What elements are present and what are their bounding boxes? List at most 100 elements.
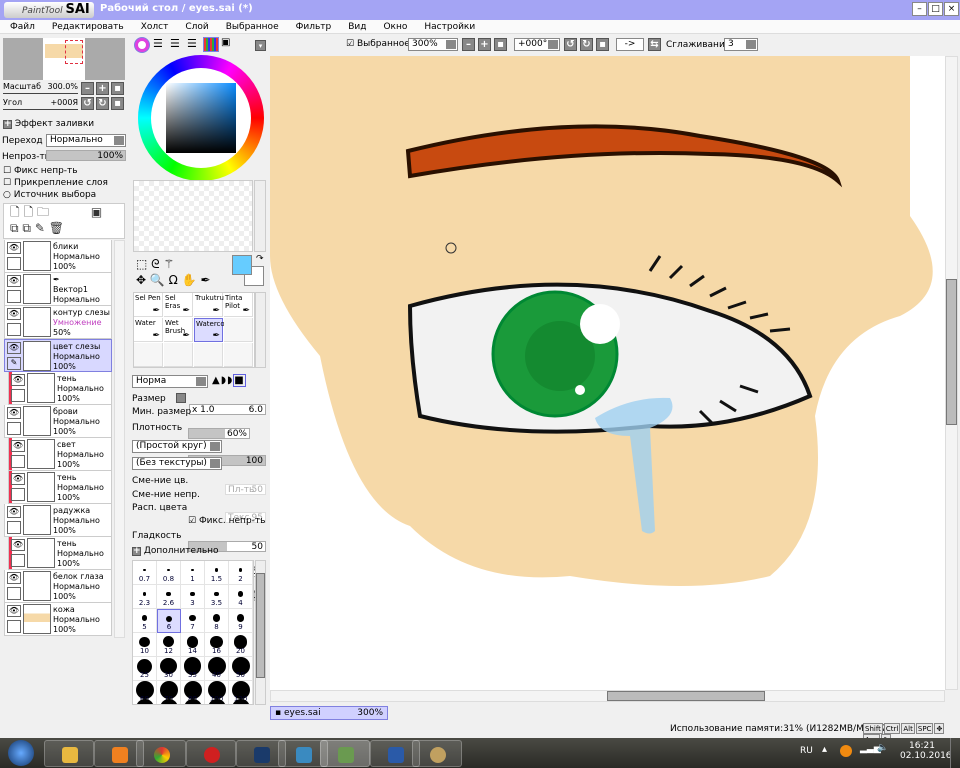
- new-vector-layer-icon[interactable]: 🗋: [23, 205, 33, 219]
- size-menu-button[interactable]: [176, 393, 186, 403]
- brush-size-2.3[interactable]: 2.3: [133, 585, 157, 609]
- layer-item[interactable]: 👁 белок глаза Нормально 100%: [4, 570, 112, 603]
- scratch-pad-scrollbar[interactable]: [254, 180, 266, 252]
- brush-wet-brush[interactable]: Wet Brush ✒: [164, 318, 193, 342]
- layer-item[interactable]: 👁✒Вектор1Нормально100%: [4, 273, 112, 314]
- key-2[interactable]: Alt: [901, 723, 915, 734]
- brush-sel-eras[interactable]: Sel Eras ✒: [164, 293, 193, 317]
- rotate-icon[interactable]: Ω: [169, 273, 178, 287]
- brush-size-50[interactable]: 50: [229, 657, 253, 681]
- brush-size-14[interactable]: 14: [181, 633, 205, 657]
- layer-scrollbar[interactable]: [114, 240, 125, 638]
- zoom-in-button[interactable]: +: [96, 82, 109, 95]
- layer-item[interactable]: 👁 кожа Нормально 100%: [4, 603, 112, 636]
- language-indicator[interactable]: RU: [800, 746, 813, 756]
- brush-size-3.5[interactable]: 3.5: [205, 585, 229, 609]
- chrome-taskbar-icon[interactable]: [136, 740, 186, 767]
- volume-icon[interactable]: 🔈: [877, 743, 888, 753]
- brush-tinta-pilot[interactable]: Tinta Pilot ✒: [224, 293, 253, 317]
- eye-icon[interactable]: 👁: [11, 539, 25, 551]
- layer-item[interactable]: 👁 радужка Нормально 100%: [4, 504, 112, 537]
- saturation-value-square[interactable]: [166, 83, 236, 153]
- rotate-reset-button[interactable]: ▪: [596, 38, 609, 51]
- menu-5[interactable]: Фильтр: [286, 20, 332, 34]
- zoom-in-button[interactable]: +: [478, 38, 491, 51]
- angle-slider[interactable]: [3, 109, 78, 110]
- eye-icon[interactable]: 👁: [7, 506, 21, 518]
- brush-water[interactable]: Water ✒: [134, 318, 163, 342]
- texture-select[interactable]: (Без текстуры): [132, 457, 222, 470]
- brush-trukutru[interactable]: Trukutru ✒: [194, 293, 224, 317]
- stabilizer-icon[interactable]: ⇆: [648, 38, 661, 51]
- eye-icon[interactable]: 👁: [11, 473, 25, 485]
- zoom-icon[interactable]: 🔍: [150, 273, 165, 287]
- key-0[interactable]: Shift: [863, 723, 883, 734]
- eye-icon[interactable]: 👁: [7, 308, 21, 320]
- rgb-slider-tab-icon[interactable]: ☰: [153, 37, 163, 50]
- menu-2[interactable]: Холст: [131, 20, 169, 34]
- swap-colors-icon[interactable]: ↷: [256, 254, 264, 264]
- show-desktop-button[interactable]: [950, 738, 960, 768]
- lock-slot[interactable]: [11, 455, 25, 468]
- brush-watercol[interactable]: Watercol ✒: [194, 318, 227, 342]
- lock-slot[interactable]: [11, 389, 25, 402]
- rotation-select[interactable]: +000°: [514, 38, 560, 51]
- zoom-out-button[interactable]: –: [462, 38, 475, 51]
- hsv-slider-tab-icon[interactable]: ☰: [170, 37, 180, 50]
- lock-slot[interactable]: [11, 488, 25, 501]
- lasso-icon[interactable]: ᘓ: [151, 257, 159, 271]
- zoom-reset-button[interactable]: ▪: [494, 38, 507, 51]
- explorer-taskbar-icon[interactable]: [44, 740, 94, 767]
- brush-empty-slot[interactable]: [164, 343, 193, 367]
- menu-0[interactable]: Файл: [0, 20, 35, 34]
- lock-slot[interactable]: [7, 290, 21, 303]
- brush-size-2.6[interactable]: 2.6: [157, 585, 181, 609]
- transfer-down-icon[interactable]: ⧉: [10, 221, 19, 235]
- lock-slot[interactable]: [7, 422, 21, 435]
- brush-size-2[interactable]: 2: [229, 561, 253, 585]
- smoothing-select[interactable]: 3: [724, 38, 758, 51]
- canvas-horizontal-scrollbar[interactable]: [270, 690, 945, 702]
- clock[interactable]: 16:21 02.10.2016: [900, 741, 952, 761]
- document-tab[interactable]: ▪ eyes.sai 300%: [270, 706, 388, 720]
- layer-item[interactable]: 👁 брови Нормально 100%: [4, 405, 112, 438]
- fix-opacity-checkbox[interactable]: ☐ Фикс непр-ть: [3, 166, 78, 176]
- sai-taskbar-icon[interactable]: [320, 740, 370, 767]
- blend-mode-select[interactable]: Нормально: [46, 134, 126, 147]
- merge-down-icon[interactable]: ⧉: [22, 221, 31, 235]
- eye-icon[interactable]: 👁: [7, 407, 21, 419]
- brush-shape-amount[interactable]: Пл-ть 50: [225, 484, 266, 495]
- move-icon[interactable]: ✥: [136, 273, 146, 287]
- scratchpad-tab-icon[interactable]: ▣: [221, 37, 230, 48]
- rotate-left-button[interactable]: ↺: [564, 38, 577, 51]
- menu-1[interactable]: Редактировать: [42, 20, 124, 34]
- brush-size-10[interactable]: 10: [133, 633, 157, 657]
- brush-size-12[interactable]: 12: [157, 633, 181, 657]
- brush-size-3[interactable]: 3: [181, 585, 205, 609]
- primary-color-swatch[interactable]: [232, 255, 252, 275]
- fill-effect-toggle[interactable]: + Эффект заливки: [3, 119, 94, 129]
- brush-size-6[interactable]: 6: [157, 609, 181, 633]
- flip-button[interactable]: ->: [616, 38, 644, 51]
- brush-size-7[interactable]: 7: [181, 609, 205, 633]
- canvas[interactable]: [270, 56, 945, 690]
- opera-taskbar-icon[interactable]: [186, 740, 236, 767]
- color-wheel-tab-icon[interactable]: [135, 38, 149, 52]
- mask-icon[interactable]: ▣: [91, 205, 102, 219]
- brush-scrollbar[interactable]: [255, 292, 266, 368]
- size-scrollbar[interactable]: [255, 560, 266, 705]
- tray-arrow-icon[interactable]: ▴: [822, 744, 827, 755]
- swatches-tab-icon[interactable]: [203, 37, 219, 52]
- brush-size-40[interactable]: 40: [205, 657, 229, 681]
- eye-icon[interactable]: 👁: [7, 275, 21, 287]
- eye-icon[interactable]: 👁: [7, 605, 21, 617]
- lock-slot[interactable]: [7, 620, 21, 633]
- layer-item[interactable]: 👁 блики Нормально 100%: [4, 240, 112, 273]
- brush-size-1[interactable]: 1: [181, 561, 205, 585]
- start-button[interactable]: [8, 740, 34, 766]
- lock-slot[interactable]: [7, 257, 21, 270]
- eye-icon[interactable]: 👁: [11, 374, 25, 386]
- panel-menu-button[interactable]: ▾: [255, 40, 266, 51]
- rotate-reset-button[interactable]: ▪: [111, 97, 124, 110]
- hue-ring[interactable]: [138, 55, 264, 181]
